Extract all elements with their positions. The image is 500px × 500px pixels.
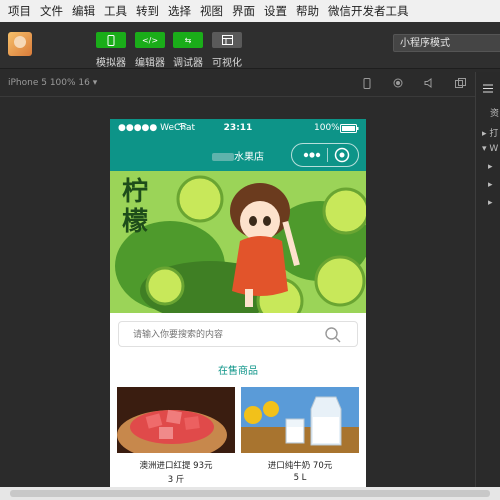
product-name: 进口纯牛奶 70元	[267, 461, 333, 471]
close-miniprogram-icon[interactable]	[334, 147, 352, 165]
more-icon[interactable]	[300, 146, 326, 164]
panel-menu-icon[interactable]	[483, 78, 493, 97]
menu-item-help[interactable]: 帮助	[296, 3, 319, 19]
section-title: 在售商品	[218, 366, 258, 377]
product-card[interactable]: 澳洲进口红提 93元 3 斤	[117, 387, 235, 487]
volume-icon[interactable]	[424, 78, 434, 90]
menu-item-wechat-devtools[interactable]: 微信开发者工具	[328, 3, 409, 19]
avatar[interactable]	[8, 32, 32, 56]
menu-item-settings[interactable]: 设置	[264, 3, 287, 19]
capsule-menu	[291, 143, 359, 167]
banner-text: 柠檬	[122, 177, 149, 237]
banner-image[interactable]: 柠檬	[110, 171, 366, 313]
capsule-divider	[327, 148, 328, 162]
panel-tree-item[interactable]: ▸	[488, 180, 493, 190]
nav-title-text: 水果店	[234, 152, 264, 163]
search-box	[118, 321, 358, 348]
horizontal-scrollbar[interactable]	[0, 487, 500, 500]
menu-item-project[interactable]: 项目	[8, 3, 31, 19]
debug-icon: ⇆	[184, 35, 192, 45]
record-icon[interactable]	[393, 78, 403, 90]
panel-item: 资	[490, 109, 500, 119]
blurred-name	[212, 153, 234, 161]
editor-label: 编辑器	[135, 58, 165, 69]
phone-nav-bar: 水果店	[110, 139, 366, 171]
code-icon: </>	[141, 35, 159, 45]
panel-tree-item[interactable]: ▸	[488, 198, 493, 208]
phone-simulator: ●●●●● WeChat 23:11 100% 水果店 柠檬 请输入你要搜索的内…	[110, 119, 366, 487]
phone-status-bar: ●●●●● WeChat 23:11 100%	[110, 119, 366, 139]
product-name: 澳洲进口红提 93元	[139, 461, 213, 471]
device-bar: iPhone 5 100% 16 ▾	[0, 72, 475, 97]
scrollbar-thumb[interactable]	[10, 490, 490, 497]
simulator-button[interactable]	[96, 32, 126, 48]
menu-item-tools[interactable]: 工具	[104, 3, 127, 19]
search-input[interactable]	[131, 322, 325, 348]
window-icon[interactable]	[455, 78, 466, 90]
panel-tree-item[interactable]: ▸ 打	[482, 126, 498, 139]
mode-select[interactable]: 小程序模式	[393, 34, 500, 52]
product-card[interactable]: 进口纯牛奶 70元 5 L	[241, 387, 359, 487]
menu-item-interface[interactable]: 界面	[232, 3, 255, 19]
menu-item-view[interactable]: 视图	[200, 3, 223, 19]
debugger-button[interactable]: ⇆	[173, 32, 203, 48]
menu-item-select[interactable]: 选择	[168, 3, 191, 19]
right-panel: 资 ▸ 打 ▾ W ▸ ▸ ▸	[475, 72, 500, 487]
toolbar: 模拟器 </> 编辑器 ⇆ 调试器 可视化 小程序模式	[0, 22, 500, 69]
debugger-label: 调试器	[173, 58, 203, 69]
menu-item-file[interactable]: 文件	[40, 3, 63, 19]
panel-tree-item[interactable]: ▾ W	[482, 144, 498, 154]
phone-preview-icon[interactable]	[362, 78, 372, 90]
menu-bar: 项目 文件 编辑 工具 转到 选择 视图 界面 设置 帮助 微信开发者工具	[0, 0, 500, 22]
battery-percent: 100%	[314, 123, 340, 133]
layout-icon	[221, 35, 233, 45]
battery-icon	[340, 124, 359, 136]
panel-tree-item[interactable]: ▸	[488, 162, 493, 172]
product-unit: 3 斤	[167, 475, 185, 485]
menu-item-edit[interactable]: 编辑	[72, 3, 95, 19]
device-select[interactable]: iPhone 5 100% 16 ▾	[8, 78, 97, 88]
visual-label: 可视化	[212, 58, 242, 69]
product-image	[117, 387, 235, 453]
product-image	[241, 387, 359, 453]
search-icon[interactable]	[324, 326, 342, 344]
menu-item-goto[interactable]: 转到	[136, 3, 159, 19]
product-unit: 5 L	[293, 473, 307, 483]
simulator-label: 模拟器	[96, 58, 126, 69]
visual-button[interactable]	[212, 32, 242, 48]
phone-icon	[107, 34, 115, 46]
editor-button[interactable]: </>	[135, 32, 165, 48]
